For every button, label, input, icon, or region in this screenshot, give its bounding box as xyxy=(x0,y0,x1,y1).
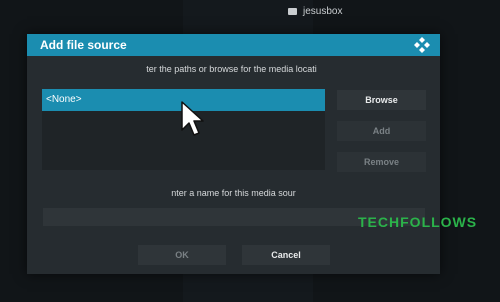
mouse-pointer-icon xyxy=(181,101,204,136)
background-folder-item: jesusbox xyxy=(288,6,342,17)
paths-instruction: ter the paths or browse for the media lo… xyxy=(146,64,317,74)
cancel-button[interactable]: Cancel xyxy=(242,245,330,265)
folder-icon xyxy=(288,8,297,15)
watermark: TECHFOLLOWS xyxy=(358,214,477,230)
watermark-part2: FOLLOWS xyxy=(400,214,478,230)
watermark-part1: TECH xyxy=(358,214,401,230)
ok-button[interactable]: OK xyxy=(138,245,226,265)
background-folder-label: jesusbox xyxy=(303,6,343,17)
kodi-logo-icon xyxy=(414,37,430,53)
add-button[interactable]: Add xyxy=(337,121,426,141)
name-instruction: nter a name for this media sour xyxy=(171,188,296,198)
remove-button[interactable]: Remove xyxy=(337,152,426,172)
dialog-title: Add file source xyxy=(40,38,127,52)
add-file-source-dialog: Add file source ter the paths or browse … xyxy=(27,34,440,274)
browse-button[interactable]: Browse xyxy=(337,90,426,110)
dialog-titlebar: Add file source xyxy=(27,34,440,56)
